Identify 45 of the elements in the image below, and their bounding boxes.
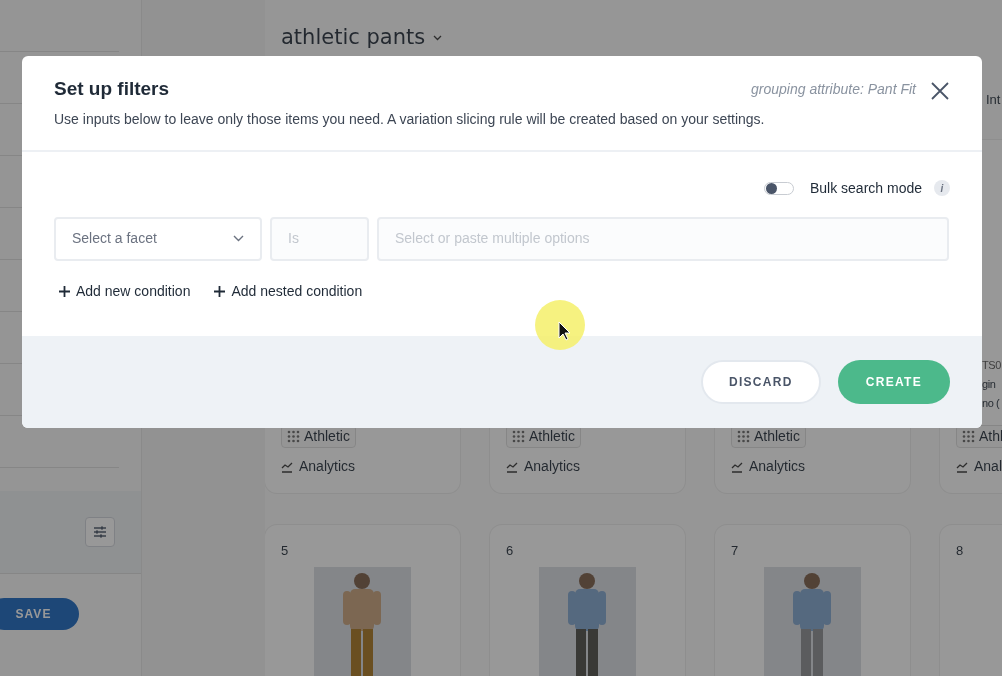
close-icon (930, 80, 950, 101)
analytics-link[interactable]: Analytics (749, 456, 806, 477)
grid-icon (962, 430, 975, 443)
info-icon[interactable]: i (934, 180, 950, 197)
grid-icon (512, 430, 525, 443)
chart-icon (506, 460, 518, 473)
add-condition-button[interactable]: Add nested condition (214, 280, 363, 302)
card-number: 7 (731, 542, 740, 560)
card-number: 8 (956, 542, 965, 560)
tag-label: Athletic (304, 427, 350, 446)
tag-label: Athletic (754, 427, 800, 446)
modal-title: Set up filters (54, 78, 171, 101)
page-title: athletic pants (281, 23, 426, 51)
grouping-attribute: grouping attribute: Pant Fit (751, 79, 916, 99)
plus-icon (59, 285, 70, 297)
grid-icon (287, 430, 300, 443)
chart-icon (956, 460, 968, 473)
card-number: 5 (281, 542, 290, 560)
analytics-link[interactable]: Anal (974, 456, 1002, 477)
product-name: no ( (982, 396, 1000, 411)
product-name: gin (982, 377, 996, 392)
discard-button[interactable]: DISCARD (700, 360, 821, 404)
tag-label: Athl (979, 427, 1002, 446)
chevron-down-icon (233, 235, 244, 243)
analytics-link[interactable]: Analytics (299, 456, 356, 477)
card-number: 6 (506, 542, 515, 560)
chevron-down-icon[interactable] (433, 34, 443, 41)
sliders-icon (93, 525, 107, 539)
toggle-label: Bulk search mode (809, 178, 922, 198)
close-button[interactable] (930, 79, 950, 100)
tag-label: Athletic (529, 427, 575, 446)
save-button[interactable]: SAVE (0, 598, 79, 630)
filter-button[interactable] (85, 517, 115, 547)
chart-icon (731, 460, 743, 473)
cursor-highlight (535, 300, 585, 350)
add-condition-button[interactable]: Add new condition (59, 280, 191, 302)
analytics-link[interactable]: Analytics (524, 456, 581, 477)
chart-icon (281, 460, 293, 473)
toggle-switch[interactable] (763, 181, 794, 195)
product-code: TS0 (982, 358, 1001, 373)
column-header: Int (986, 91, 1001, 110)
grid-icon (737, 430, 750, 443)
facet-dropdown[interactable]: Select a facet (54, 216, 262, 261)
modal-description: Use inputs below to leave only those items you need. A variation slicing rule will be created based on your settings. (54, 109, 766, 129)
plus-icon (214, 285, 226, 297)
